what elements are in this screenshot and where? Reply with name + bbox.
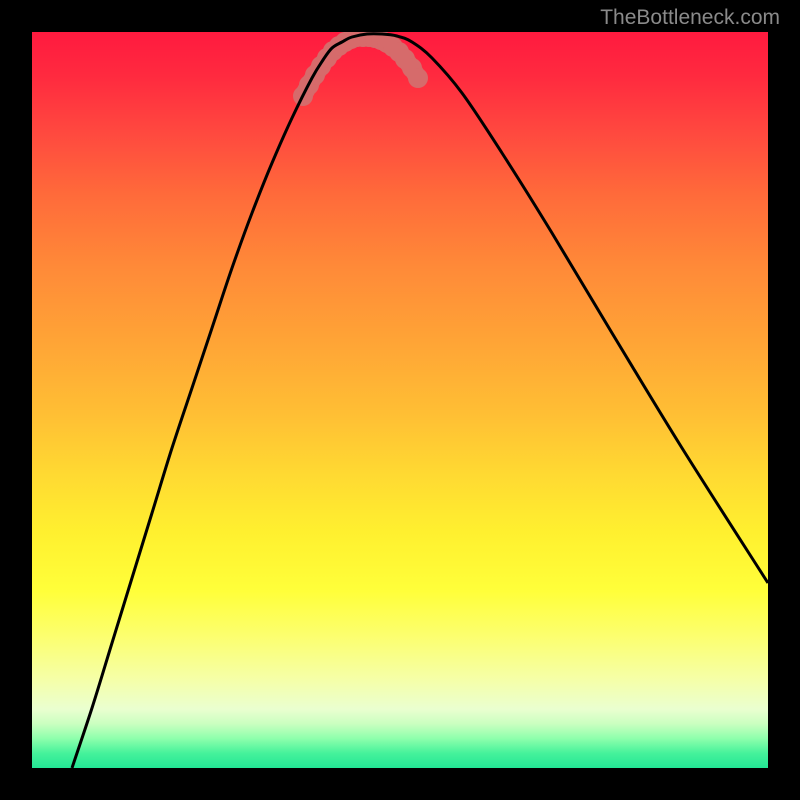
bottleneck-curve — [72, 34, 768, 768]
chart-plot-area — [32, 32, 768, 768]
watermark-text: TheBottleneck.com — [600, 6, 780, 30]
chart-frame: TheBottleneck.com — [0, 0, 800, 800]
curve-overlay — [32, 32, 768, 768]
